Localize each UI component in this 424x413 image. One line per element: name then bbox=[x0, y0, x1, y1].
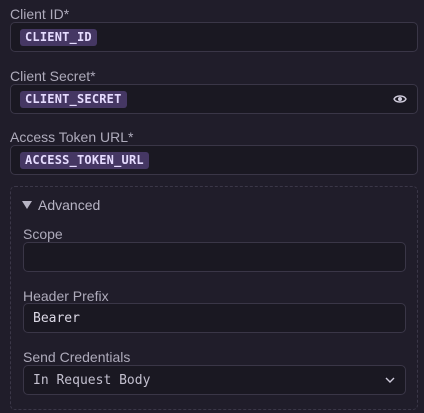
access-token-url-label: Access Token URL* bbox=[10, 129, 133, 145]
send-credentials-label: Send Credentials bbox=[23, 349, 131, 365]
advanced-toggle[interactable]: Advanced bbox=[22, 197, 100, 213]
scope-input[interactable] bbox=[23, 242, 406, 272]
header-prefix-value: Bearer bbox=[33, 311, 80, 326]
eye-icon[interactable] bbox=[393, 93, 407, 105]
required-mark: * bbox=[63, 6, 70, 22]
chevron-down-icon bbox=[385, 377, 395, 383]
access-token-url-field[interactable]: ACCESS_TOKEN_URL bbox=[10, 145, 418, 175]
client-id-field[interactable]: CLIENT_ID bbox=[10, 22, 418, 52]
client-secret-label: Client Secret* bbox=[10, 68, 96, 84]
client-id-variable-chip: CLIENT_ID bbox=[20, 29, 97, 46]
access-token-url-variable-chip: ACCESS_TOKEN_URL bbox=[20, 152, 149, 169]
required-mark: * bbox=[90, 68, 96, 84]
client-secret-field[interactable]: CLIENT_SECRET bbox=[10, 84, 418, 114]
header-prefix-label: Header Prefix bbox=[23, 288, 109, 304]
client-secret-variable-chip: CLIENT_SECRET bbox=[20, 91, 127, 108]
send-credentials-select[interactable]: In Request Body bbox=[23, 365, 406, 395]
client-id-label-text: Client ID bbox=[10, 6, 64, 22]
scope-label: Scope bbox=[23, 226, 63, 242]
required-mark: * bbox=[128, 129, 134, 145]
client-secret-label-text: Client Secret bbox=[10, 68, 91, 84]
client-id-label: Client ID* bbox=[10, 6, 69, 22]
access-token-url-label-text: Access Token URL bbox=[10, 129, 129, 145]
triangle-down-icon bbox=[22, 201, 32, 209]
advanced-title: Advanced bbox=[38, 197, 101, 213]
header-prefix-input[interactable]: Bearer bbox=[23, 303, 406, 333]
send-credentials-value: In Request Body bbox=[33, 373, 151, 388]
